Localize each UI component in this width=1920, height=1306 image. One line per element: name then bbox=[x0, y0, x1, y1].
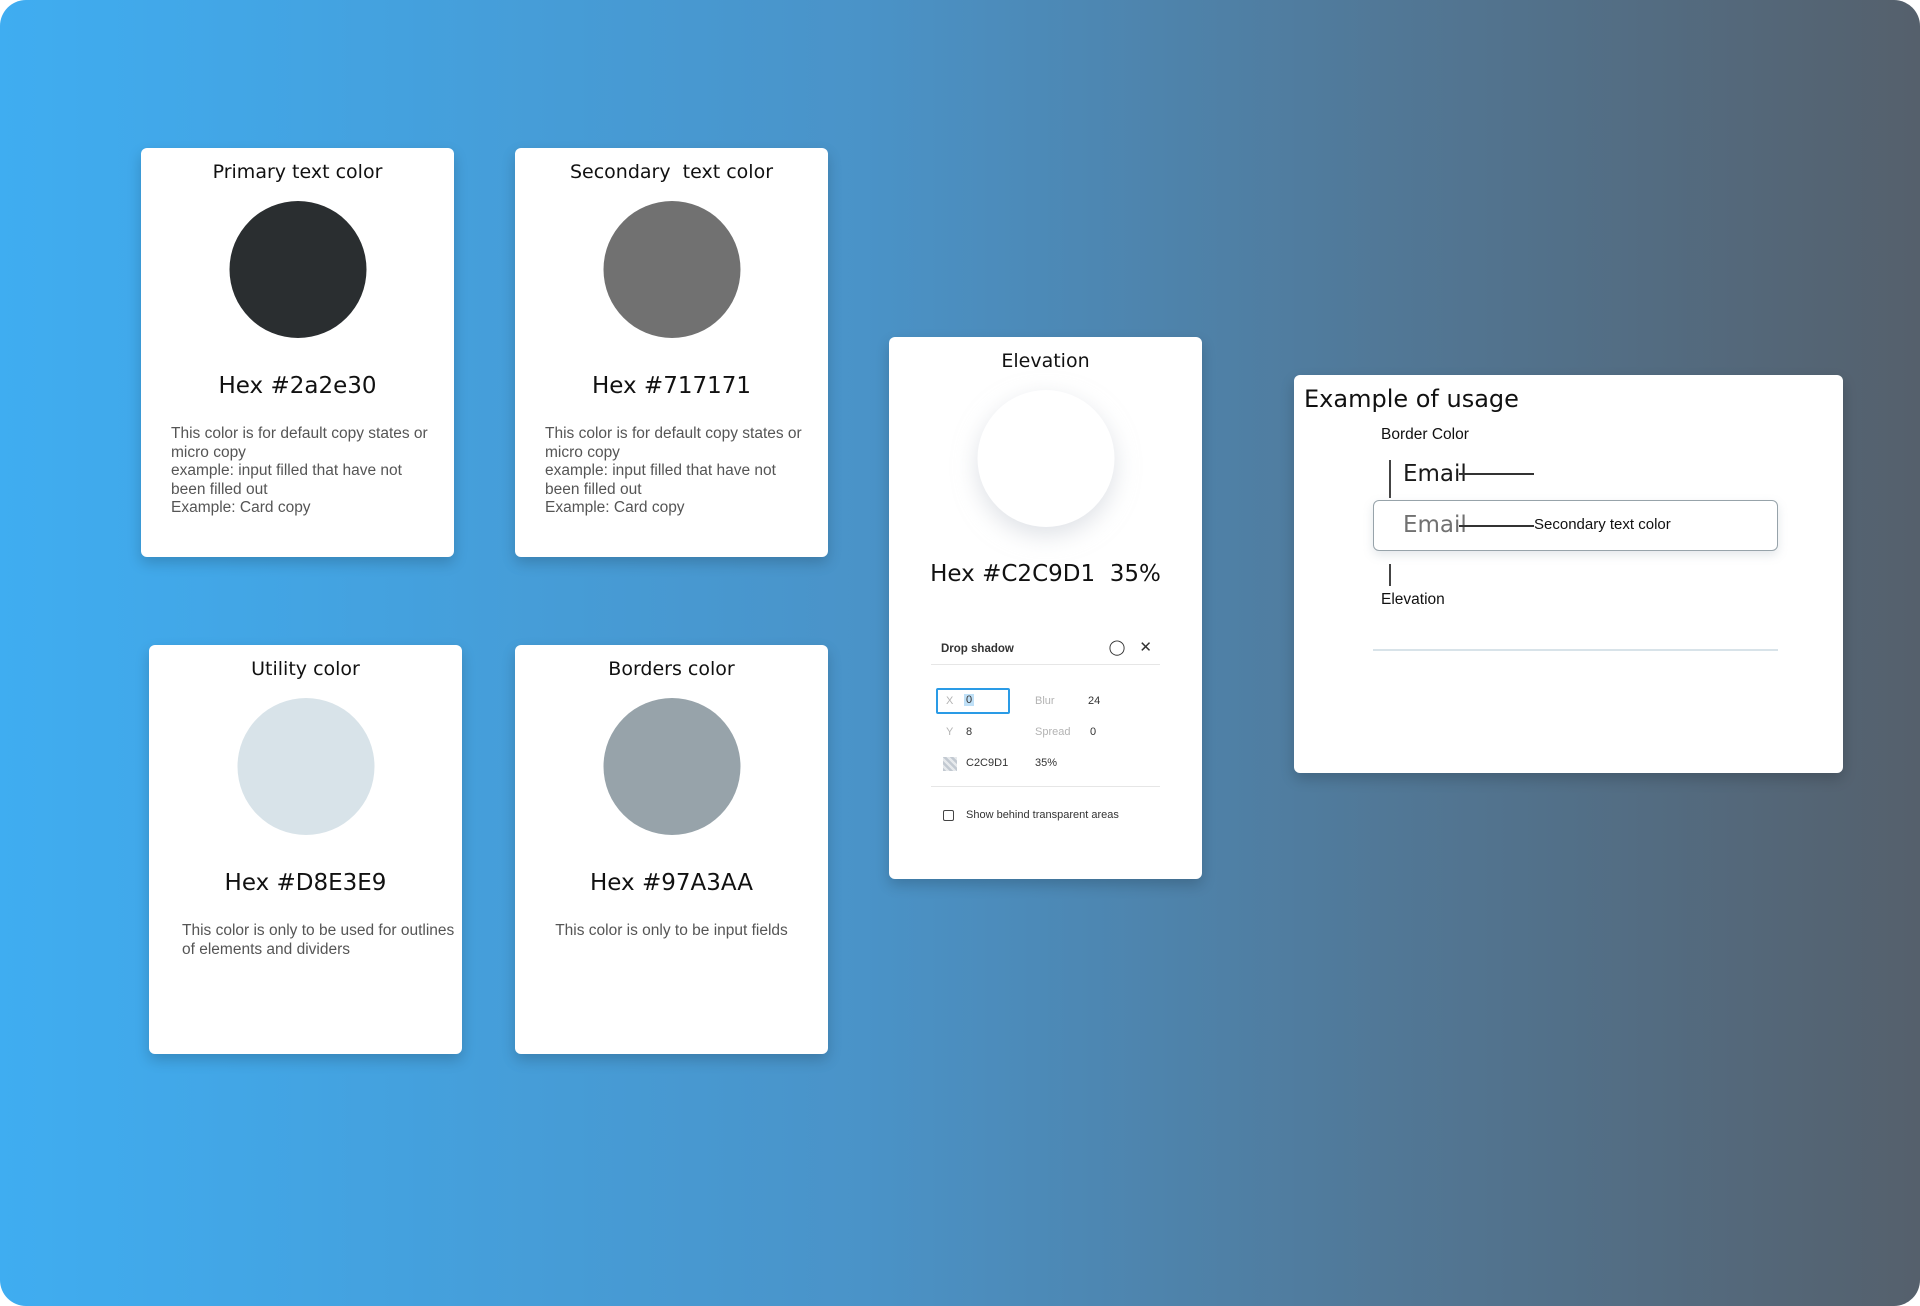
opacity-input[interactable]: 35% bbox=[1035, 757, 1057, 769]
border-color-label: Border Color bbox=[1381, 426, 1469, 443]
annotation-line bbox=[1389, 460, 1391, 498]
elevation-swatch bbox=[977, 390, 1114, 527]
panel-icons: ◯ ✕ bbox=[1109, 639, 1152, 657]
hex-value: Hex #97A3AA bbox=[590, 870, 753, 896]
utility-divider bbox=[1373, 649, 1778, 651]
color-card-secondary: Secondary text color Hex #717171 This co… bbox=[515, 148, 828, 557]
color-swatch bbox=[237, 698, 374, 835]
description-line: This color is only to be used for outlin… bbox=[182, 922, 455, 939]
blur-label: Blur bbox=[1035, 695, 1055, 707]
annotation-line bbox=[1459, 525, 1534, 527]
card-title: Borders color bbox=[608, 658, 735, 680]
hex-value: Hex #C2C9D1 35% bbox=[930, 561, 1161, 587]
color-input[interactable]: C2C9D1 bbox=[966, 757, 1008, 769]
card-title: Utility color bbox=[251, 658, 360, 680]
x-input[interactable]: 0 bbox=[964, 694, 975, 706]
droplet-icon[interactable]: ◯ bbox=[1109, 639, 1126, 657]
usage-title: Example of usage bbox=[1304, 385, 1519, 413]
description-line: micro copy bbox=[171, 443, 246, 461]
secondary-text-label: Secondary text color bbox=[1534, 516, 1671, 533]
card-title: Primary text color bbox=[212, 161, 383, 183]
description-line: This color is for default copy states or bbox=[171, 425, 428, 442]
description-line: example: input filled that have not bbox=[545, 462, 776, 479]
email-placeholder: Email bbox=[1403, 512, 1467, 538]
description-line: example: input filled that have not bbox=[171, 462, 402, 479]
divider bbox=[931, 664, 1160, 665]
color-swatch bbox=[603, 201, 740, 338]
color-chip[interactable] bbox=[943, 757, 957, 771]
description-line: been filled out bbox=[171, 480, 268, 498]
divider bbox=[931, 786, 1160, 787]
close-icon[interactable]: ✕ bbox=[1139, 639, 1152, 657]
description-line: Example: Card copy bbox=[171, 499, 311, 516]
card-description: This color is only to be used for outlin… bbox=[182, 922, 455, 959]
color-card-primary: Primary text color Hex #2a2e30 This colo… bbox=[141, 148, 454, 557]
description-line: This color is only to be input fields bbox=[555, 922, 788, 939]
panel-heading: Drop shadow bbox=[941, 643, 1014, 655]
spread-label: Spread bbox=[1035, 726, 1071, 738]
color-swatch bbox=[229, 201, 366, 338]
hex-value: Hex #717171 bbox=[591, 373, 752, 399]
hex-value: Hex #D8E3E9 bbox=[224, 870, 387, 896]
card-title: Secondary text color bbox=[569, 161, 774, 183]
show-behind-checkbox[interactable] bbox=[943, 810, 954, 821]
description-line: been filled out bbox=[545, 480, 642, 498]
usage-card: Example of usage Border Color Email Emai… bbox=[1294, 375, 1843, 773]
elevation-label: Elevation bbox=[1381, 591, 1445, 608]
annotation-line bbox=[1459, 473, 1534, 475]
description-line: This color is for default copy states or bbox=[545, 425, 802, 442]
y-label: Y bbox=[946, 726, 954, 738]
email-label: Email bbox=[1403, 461, 1467, 487]
blur-input[interactable]: 24 bbox=[1088, 695, 1100, 707]
description-line: micro copy bbox=[545, 443, 620, 461]
y-input[interactable]: 8 bbox=[966, 726, 972, 738]
color-card-borders: Borders color Hex #97A3AA This color is … bbox=[515, 645, 828, 1054]
drop-shadow-panel: Drop shadow ◯ ✕ X 0 Blur 24 Y 8 Spread 0… bbox=[931, 637, 1160, 837]
card-description: This color is only to be input fields bbox=[515, 922, 828, 941]
card-title: Elevation bbox=[1001, 350, 1090, 372]
description-line: of elements and dividers bbox=[182, 940, 351, 958]
card-description: This color is for default copy states or… bbox=[171, 425, 430, 518]
spread-input[interactable]: 0 bbox=[1090, 726, 1096, 738]
card-description: This color is for default copy states or… bbox=[545, 425, 804, 518]
checkbox-label: Show behind transparent areas bbox=[966, 809, 1119, 821]
hex-value: Hex #2a2e30 bbox=[218, 373, 377, 399]
x-label: X bbox=[946, 695, 954, 707]
annotation-line bbox=[1389, 564, 1391, 586]
color-card-utility: Utility color Hex #D8E3E9 This color is … bbox=[149, 645, 462, 1054]
description-line: Example: Card copy bbox=[545, 499, 685, 516]
elevation-card: Elevation Hex #C2C9D1 35% Drop shadow ◯ … bbox=[889, 337, 1202, 879]
color-swatch bbox=[603, 698, 740, 835]
gradient-canvas: Primary text color Hex #2a2e30 This colo… bbox=[0, 0, 1920, 1306]
